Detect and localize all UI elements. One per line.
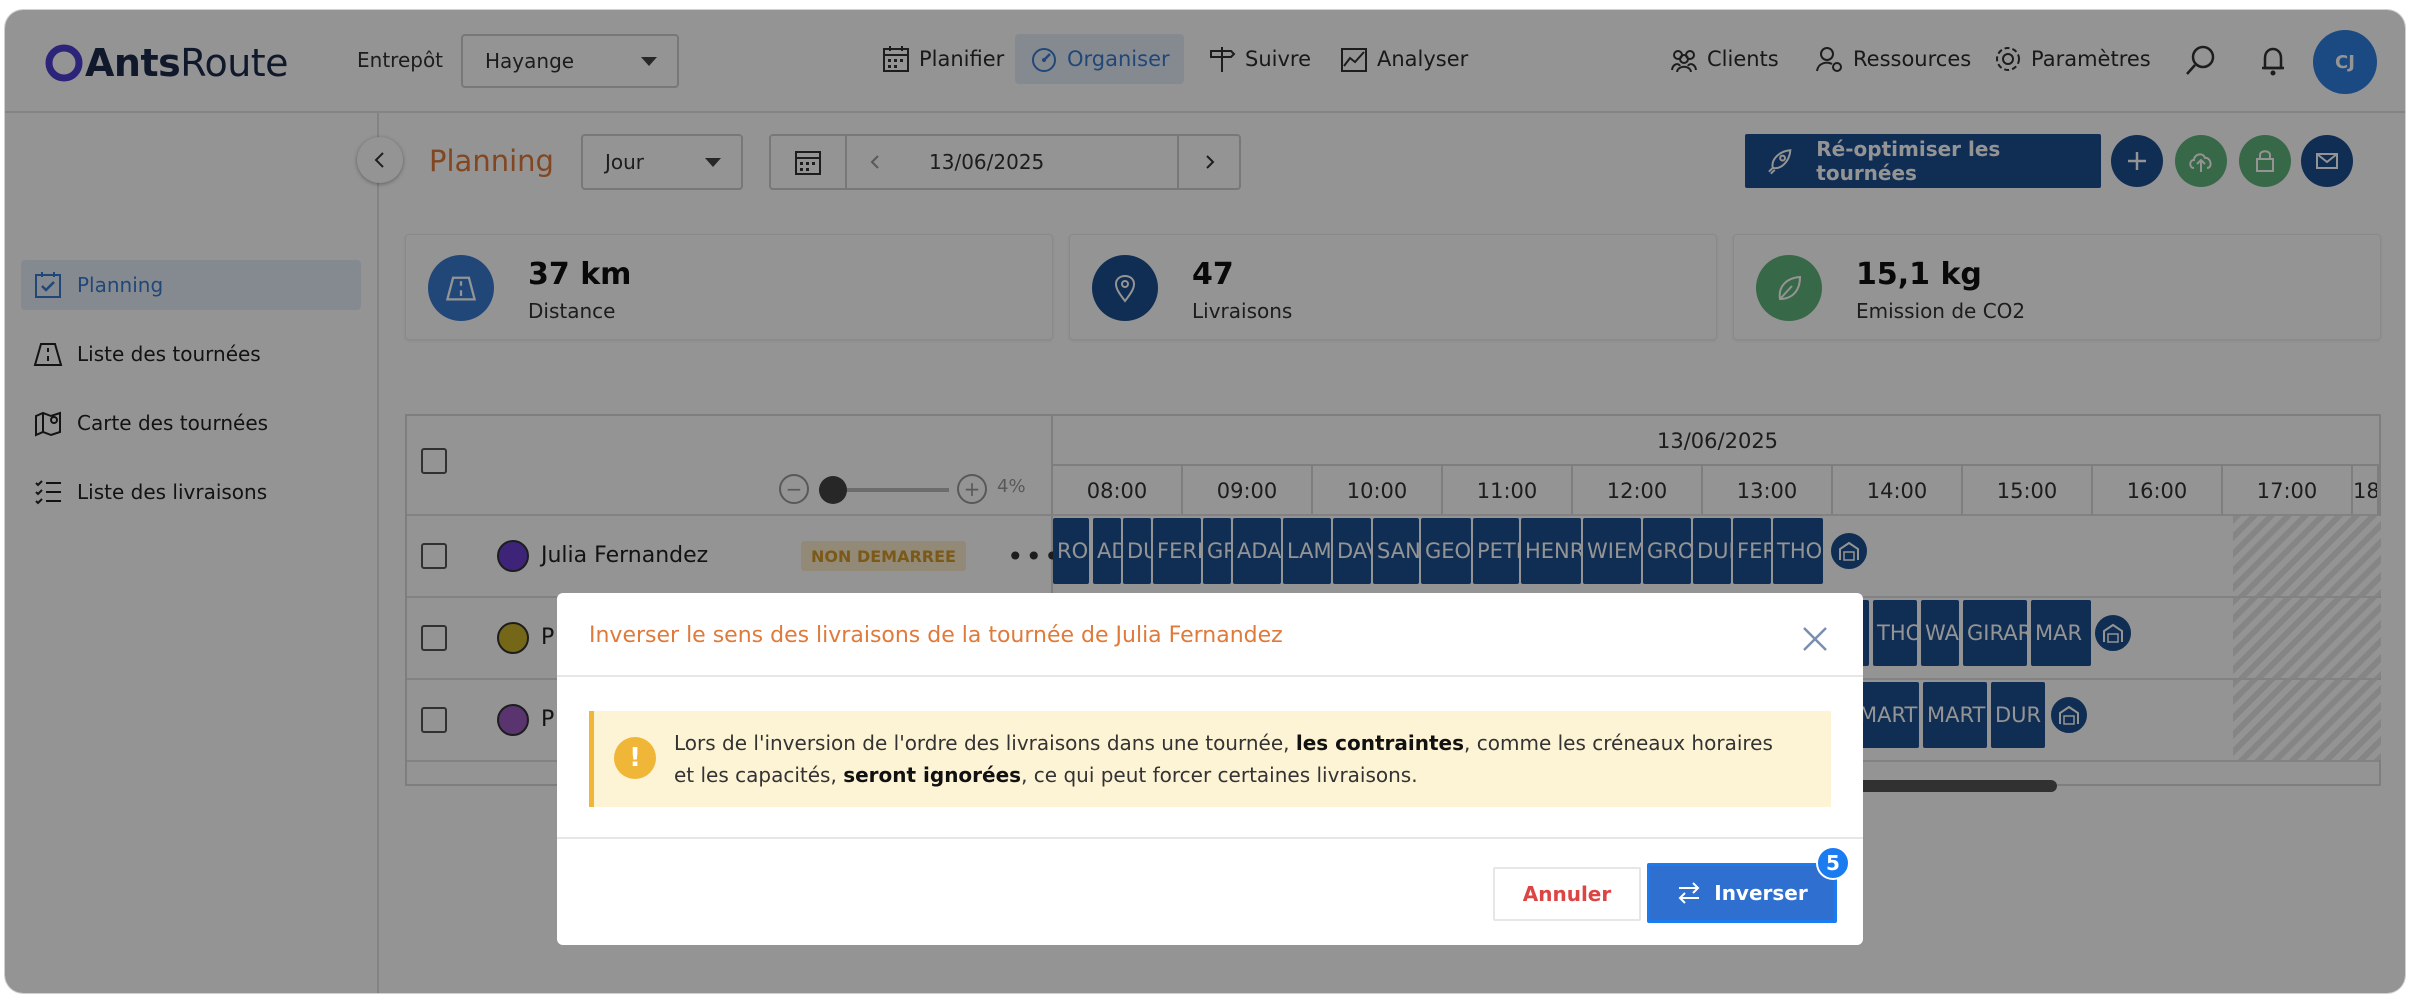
cancel-button[interactable]: Annuler	[1493, 867, 1641, 921]
close-icon[interactable]	[1795, 619, 1835, 659]
dialog-title: Inverser le sens des livraisons de la to…	[589, 623, 1283, 648]
warning-icon: !	[614, 737, 656, 779]
reverse-dialog: Inverser le sens des livraisons de la to…	[557, 593, 1863, 945]
app-window: AntsRoute Entrepôt Hayange Planifier Org…	[5, 10, 2405, 993]
step-badge: 5	[1816, 846, 1850, 880]
swap-icon	[1678, 882, 1700, 904]
inverse-button[interactable]: Inverser	[1647, 863, 1837, 923]
warning-text: Lors de l'inversion de l'ordre des livra…	[674, 731, 1773, 787]
inverse-label: Inverser	[1714, 881, 1808, 905]
warning-box: ! Lors de l'inversion de l'ordre des liv…	[589, 711, 1831, 807]
